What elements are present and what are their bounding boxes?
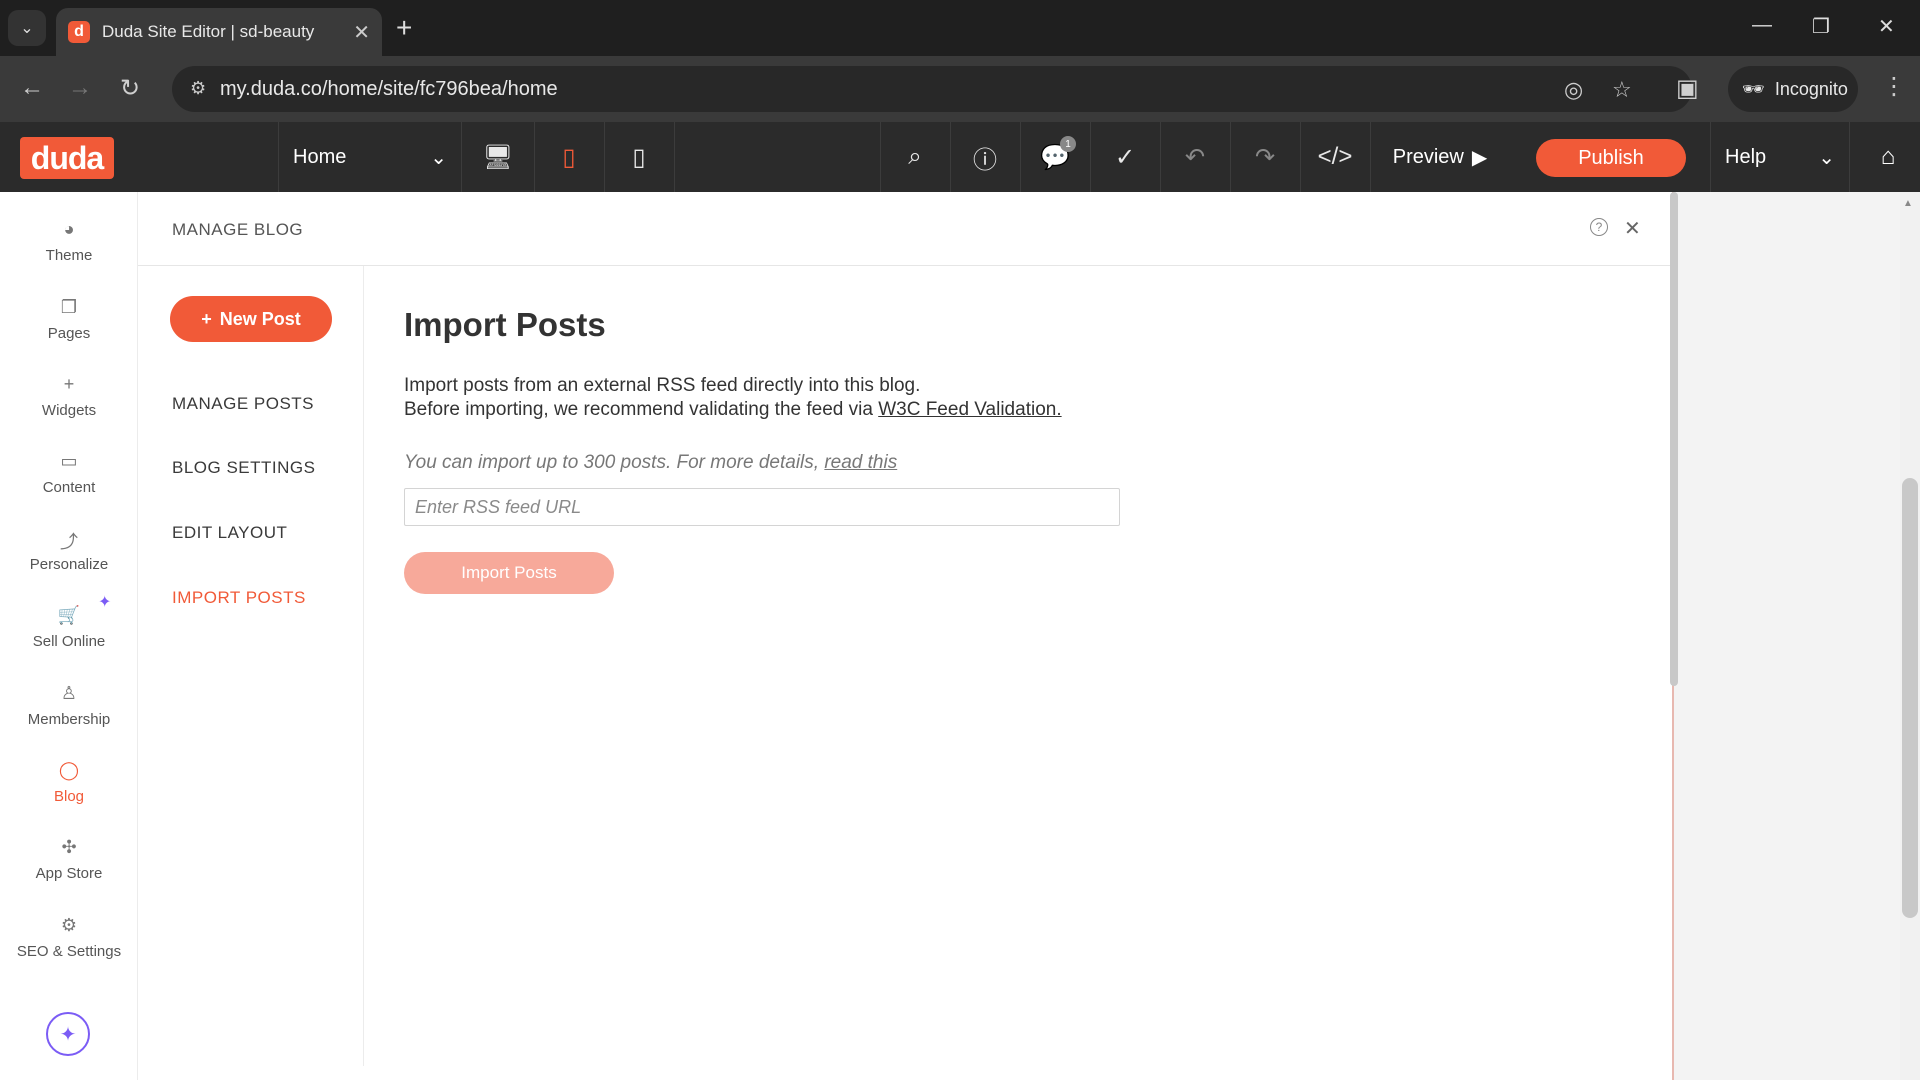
- palette-icon: ◕: [63, 218, 75, 239]
- publish-button[interactable]: Publish: [1536, 139, 1686, 177]
- forward-arrow-icon[interactable]: →: [68, 74, 92, 102]
- code-icon[interactable]: </>: [1300, 122, 1370, 192]
- home-icon[interactable]: ⌂: [1856, 122, 1920, 192]
- sidebar-item-seo-settings[interactable]: ⚙ SEO & Settings: [0, 902, 138, 972]
- chevron-down-icon: ⌄: [1818, 146, 1835, 169]
- read-this-link[interactable]: read this: [824, 452, 897, 473]
- incognito-badge[interactable]: 🕶 Incognito: [1728, 66, 1858, 112]
- import-description: Import posts from an external RSS feed d…: [404, 374, 1084, 422]
- rss-feed-url-input[interactable]: [404, 488, 1120, 526]
- browser-tabstrip: ⌄ d Duda Site Editor | sd-beauty ✕ + — ❐…: [0, 0, 1920, 56]
- panel-scrollbar[interactable]: [1670, 192, 1678, 686]
- puzzle-icon: ✣: [61, 836, 77, 857]
- duda-logo[interactable]: duda: [20, 137, 114, 179]
- page-selector[interactable]: Home ⌄: [278, 122, 462, 192]
- sidebar-item-app-store[interactable]: ✣ App Store: [0, 824, 138, 894]
- site-settings-icon[interactable]: ⚙: [190, 78, 206, 99]
- sidebar-item-membership[interactable]: ♙ Membership: [0, 670, 138, 740]
- tab-close-icon[interactable]: ✕: [353, 20, 370, 45]
- comments-badge: 1: [1060, 136, 1076, 152]
- pages-icon: ❐: [60, 296, 78, 317]
- back-arrow-icon[interactable]: ←: [20, 74, 44, 102]
- address-bar[interactable]: ⚙ my.duda.co/home/site/fc796bea/home ◎ ☆: [172, 66, 1692, 112]
- new-post-label: New Post: [219, 308, 301, 329]
- duda-favicon-icon: d: [68, 21, 90, 43]
- undo-icon[interactable]: ↶: [1160, 122, 1230, 192]
- import-posts-heading: Import Posts: [404, 306, 606, 343]
- panel-title: MANAGE BLOG: [172, 220, 304, 239]
- help-label: Help: [1725, 145, 1767, 168]
- sidebar-item-blog[interactable]: ◯ Blog: [0, 747, 138, 817]
- editor-toolbar: duda Home ⌄ 🖥 ▯ ▯ ⌕ ⓘ 💬 1 ✓ ↶ ↷ </> Previ…: [0, 122, 1920, 192]
- help-circle-icon[interactable]: ?: [1590, 218, 1608, 236]
- sidebar-item-widgets[interactable]: + Widgets: [0, 361, 138, 431]
- gear-icon: ⚙: [60, 914, 78, 935]
- side-panel-icon[interactable]: ▣: [1676, 74, 1699, 103]
- incognito-label: Incognito: [1774, 78, 1848, 99]
- plus-icon: +: [63, 373, 75, 394]
- url-text: my.duda.co/home/site/fc796bea/home: [220, 78, 558, 100]
- blog-subnav: + New Post MANAGE POSTS BLOG SETTINGS ED…: [138, 266, 364, 1066]
- plus-icon: +: [201, 308, 212, 329]
- browser-tab[interactable]: d Duda Site Editor | sd-beauty ✕: [56, 8, 382, 56]
- tablet-view-icon[interactable]: ▯: [534, 122, 604, 192]
- sidebar-item-content[interactable]: ▭ Content: [0, 438, 138, 508]
- preview-label: Preview: [1392, 145, 1464, 168]
- import-limit-text: You can import up to 300 posts. For more…: [404, 452, 820, 473]
- scroll-up-icon[interactable]: ▲: [1903, 198, 1913, 209]
- chevron-down-icon: ⌄: [20, 20, 34, 37]
- new-tab-button[interactable]: +: [396, 12, 412, 44]
- play-icon: ▶: [1471, 146, 1488, 169]
- desktop-view-icon[interactable]: 🖥: [462, 122, 534, 192]
- tab-title: Duda Site Editor | sd-beauty: [102, 22, 315, 41]
- browser-toolbar: ← → ↻ ⚙ my.duda.co/home/site/fc796bea/ho…: [0, 56, 1920, 122]
- page-selector-label: Home: [293, 145, 347, 168]
- help-menu[interactable]: Help ⌄: [1710, 122, 1850, 192]
- chat-bubble-icon: ◯: [58, 759, 80, 780]
- panel-header: MANAGE BLOG ? ✕: [138, 192, 1672, 266]
- person-icon: ♙: [60, 682, 78, 703]
- restore-icon[interactable]: ❐: [1812, 14, 1830, 39]
- import-posts-button[interactable]: Import Posts: [404, 552, 614, 594]
- comments-icon[interactable]: 💬 1: [1020, 122, 1090, 192]
- sidebar-item-personalize[interactable]: ⤴ Personalize: [0, 515, 138, 585]
- mobile-view-icon[interactable]: ▯: [604, 122, 674, 192]
- redo-icon[interactable]: ↷: [1230, 122, 1300, 192]
- window-close-icon[interactable]: ✕: [1878, 14, 1895, 39]
- site-canvas[interactable]: [1672, 192, 1920, 1080]
- star-icon[interactable]: ☆: [1612, 77, 1632, 103]
- eye-off-icon[interactable]: ◎: [1564, 77, 1583, 103]
- cart-icon: 🛒: [57, 604, 81, 625]
- tab-search-button[interactable]: ⌄: [8, 10, 46, 46]
- personalize-icon: ⤴: [60, 531, 78, 552]
- sidebar-item-theme[interactable]: ◕ Theme: [0, 206, 138, 276]
- close-icon[interactable]: ✕: [1624, 216, 1641, 241]
- w3c-validation-link[interactable]: W3C Feed Validation.: [878, 399, 1061, 420]
- browser-menu-icon[interactable]: ⋮: [1882, 72, 1906, 101]
- reload-icon[interactable]: ↻: [120, 74, 140, 103]
- incognito-icon: 🕶: [1742, 78, 1765, 99]
- description-line-2: Before importing, we recommend validatin…: [404, 399, 873, 420]
- manage-blog-panel: MANAGE BLOG ? ✕ + New Post MANAGE POSTS …: [138, 192, 1672, 1080]
- info-icon[interactable]: ⓘ: [950, 122, 1020, 192]
- ai-assistant-button[interactable]: ✦: [46, 1012, 90, 1056]
- checkmark-icon[interactable]: ✓: [1090, 122, 1160, 192]
- sidebar-item-pages[interactable]: ❐ Pages: [0, 284, 138, 354]
- subnav-import-posts[interactable]: IMPORT POSTS: [172, 588, 306, 608]
- subnav-manage-posts[interactable]: MANAGE POSTS: [172, 394, 314, 414]
- sparkle-icon: ✦: [59, 1023, 77, 1046]
- subnav-blog-settings[interactable]: BLOG SETTINGS: [172, 458, 315, 478]
- preview-button[interactable]: Preview ▶: [1380, 122, 1500, 192]
- subnav-edit-layout[interactable]: EDIT LAYOUT: [172, 523, 287, 543]
- canvas-scrollbar-thumb[interactable]: [1902, 478, 1918, 918]
- editor-sidebar: ◕ Theme ❐ Pages + Widgets ▭ Content ⤴ Pe…: [0, 192, 138, 1080]
- chevron-down-icon: ⌄: [430, 146, 447, 169]
- import-limit-note: You can import up to 300 posts. For more…: [404, 452, 897, 474]
- description-line-1: Import posts from an external RSS feed d…: [404, 375, 921, 396]
- minimize-icon[interactable]: —: [1752, 14, 1772, 37]
- folder-icon: ▭: [60, 450, 78, 471]
- new-post-button[interactable]: + New Post: [170, 296, 332, 342]
- sidebar-item-sell-online[interactable]: 🛒 Sell Online: [0, 592, 138, 662]
- search-icon[interactable]: ⌕: [880, 122, 950, 192]
